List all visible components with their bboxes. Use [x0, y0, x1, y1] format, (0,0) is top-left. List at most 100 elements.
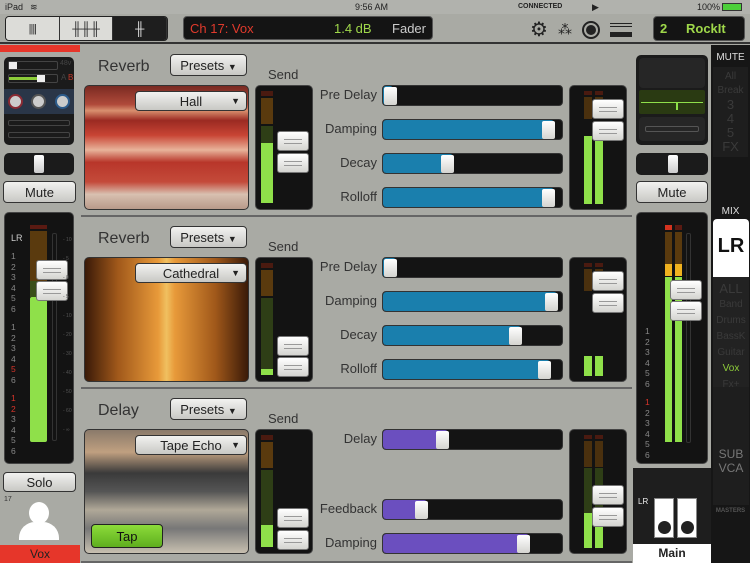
return-fader-handle-top[interactable]	[592, 271, 624, 291]
param-label: Damping	[324, 535, 377, 550]
return-level-left	[584, 136, 592, 204]
return-fader-handle-top[interactable]	[592, 99, 624, 119]
layout-icon[interactable]	[609, 22, 632, 37]
slider-knob[interactable]	[436, 431, 449, 449]
dropdown-arrow-icon: ▼	[231, 268, 240, 278]
return-fader-handle[interactable]	[592, 121, 624, 141]
mute-group-1[interactable]: Break	[713, 84, 748, 98]
gain-slider[interactable]	[8, 74, 58, 83]
mute-group-4[interactable]: 5	[713, 126, 748, 140]
settings-gear-icon[interactable]: ⚙	[530, 17, 548, 42]
presets-button[interactable]: Presets ▼	[170, 54, 247, 76]
param-slider-decay[interactable]	[382, 153, 563, 174]
group-number: 2	[11, 403, 16, 414]
sub-label[interactable]: SUB	[713, 447, 749, 461]
solo-button[interactable]: Solo	[3, 472, 76, 492]
group-number: 2	[645, 407, 650, 418]
slider-knob[interactable]	[542, 189, 555, 207]
main-eq-curve[interactable]	[639, 90, 705, 114]
param-slider-delay[interactable]	[382, 429, 563, 450]
main-eq-display[interactable]	[639, 58, 705, 88]
param-slider-damping[interactable]	[382, 291, 563, 312]
view-tab-overview[interactable]: ||||	[6, 17, 60, 40]
param-slider-damping[interactable]	[382, 533, 563, 554]
vca-label[interactable]: VCA	[713, 461, 749, 475]
fx-type-label: Reverb	[98, 58, 150, 75]
pan-control[interactable]	[4, 153, 74, 175]
channel-display[interactable]: Ch 17: Vox 1.4 dB Fader	[183, 16, 433, 40]
mix-item-bassk[interactable]: BassK	[713, 329, 749, 345]
group-number: 2	[11, 332, 16, 343]
mix-item-guitar[interactable]: Guitar	[713, 345, 749, 361]
return-level-left	[584, 513, 592, 548]
main-balance-control[interactable]	[636, 153, 708, 175]
channel-name-tag[interactable]: Vox	[0, 545, 80, 563]
tap-button[interactable]: Tap	[91, 524, 163, 548]
mute-group-3[interactable]: 4	[713, 112, 748, 126]
main-fader-handle[interactable]	[670, 301, 702, 321]
channel-mode: Fader	[392, 21, 426, 36]
mix-item-band[interactable]: Band	[713, 297, 749, 313]
top-toolbar: |||| ╫╫╫ ╫ Ch 17: Vox 1.4 dB Fader ⚙ ⁂ 2…	[0, 14, 750, 44]
param-slider-damping[interactable]	[382, 119, 563, 140]
main-fader-track[interactable]	[686, 233, 691, 443]
param-slider-feedback[interactable]	[382, 499, 563, 520]
phantom-slider[interactable]	[8, 61, 58, 70]
param-slider-decay[interactable]	[382, 325, 563, 346]
scale-tick: - 50	[63, 389, 72, 395]
group-number: 4	[11, 353, 16, 364]
slider-knob[interactable]	[415, 501, 428, 519]
param-slider-pre-delay[interactable]	[382, 257, 563, 278]
main-output-section[interactable]: LR	[633, 468, 711, 544]
eq-knob-mid[interactable]	[31, 94, 47, 109]
view-tab-single[interactable]: ╫	[113, 17, 167, 40]
slider-knob[interactable]	[509, 327, 522, 345]
eq-knob-low[interactable]	[8, 94, 24, 109]
level-meter	[30, 297, 47, 442]
param-slider-rolloff[interactable]	[382, 359, 563, 380]
mute-group-2[interactable]: 3	[713, 98, 748, 112]
clock: 9:56 AM	[355, 2, 389, 12]
routing-icon[interactable]: ⁂	[558, 21, 572, 38]
slider-knob[interactable]	[384, 259, 397, 277]
mix-selected-lr[interactable]: LR	[713, 219, 749, 277]
main-fader-handle-top[interactable]	[670, 280, 702, 300]
mix-item-drums[interactable]: Drums	[713, 313, 749, 329]
slider-knob[interactable]	[542, 121, 555, 139]
slider-knob[interactable]	[545, 293, 558, 311]
dropdown-arrow-icon: ▼	[231, 440, 240, 450]
mix-item-all[interactable]: ALL	[713, 281, 749, 297]
return-fader-handle[interactable]	[592, 293, 624, 313]
fx-type-value: Cathedral	[162, 266, 220, 281]
channel-avatar-icon[interactable]	[17, 500, 61, 542]
channel-name: Ch 17: Vox	[190, 21, 254, 36]
pan-knob[interactable]	[34, 155, 44, 173]
group-number: 1	[645, 326, 650, 336]
main-mute-button[interactable]: Mute	[636, 181, 708, 203]
balance-knob[interactable]	[668, 155, 678, 173]
eq-knob-high[interactable]	[54, 94, 70, 109]
fx-type-select[interactable]: Tape Echo ▼	[135, 435, 247, 455]
return-fader-handle[interactable]	[592, 507, 624, 527]
mix-item-vox[interactable]: Vox	[713, 361, 749, 377]
mute-group-5[interactable]: FX	[713, 140, 748, 154]
presets-button[interactable]: Presets ▼	[170, 398, 247, 420]
fx-type-select[interactable]: Cathedral ▼	[135, 263, 247, 283]
slider-knob[interactable]	[517, 535, 530, 553]
scene-display[interactable]: 2 RockIt	[653, 16, 745, 41]
slider-knob[interactable]	[441, 155, 454, 173]
presets-button[interactable]: Presets ▼	[170, 226, 247, 248]
mute-group-0[interactable]: All	[713, 70, 748, 84]
return-fader-handle-top[interactable]	[592, 485, 624, 505]
main-dynamics[interactable]	[639, 117, 705, 141]
record-icon[interactable]	[581, 20, 600, 39]
fx-type-select[interactable]: Hall ▼	[135, 91, 247, 111]
view-tab-faders[interactable]: ╫╫╫	[59, 17, 114, 40]
param-slider-rolloff[interactable]	[382, 187, 563, 208]
clip-indicator	[30, 225, 47, 229]
slider-knob[interactable]	[384, 87, 397, 105]
mute-button[interactable]: Mute	[3, 181, 76, 203]
play-icon: ▶	[592, 2, 599, 12]
slider-knob[interactable]	[538, 361, 551, 379]
param-slider-pre-delay[interactable]	[382, 85, 563, 106]
